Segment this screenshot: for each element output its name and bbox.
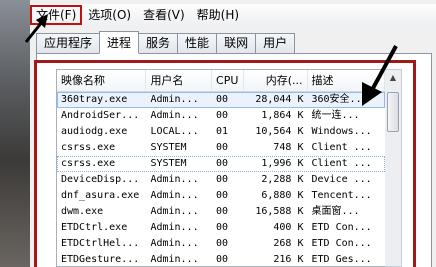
process-row[interactable]: csrss.exe SYSTEM 00 748 K Client ... <box>57 140 385 156</box>
process-cell-desc: ETD Ges... <box>311 254 372 265</box>
process-cell-mem: 216 K <box>273 254 304 265</box>
process-row[interactable]: csrss.exe SYSTEM 00 1,996 K Client ... <box>57 156 385 172</box>
process-cell-cpu: 00 <box>216 206 229 217</box>
process-row[interactable]: AndroidSer... Admin... 00 1,864 K 统一连... <box>57 108 385 124</box>
tab-services[interactable]: 服务 <box>138 33 179 53</box>
process-cell-desc: ETD Con... <box>311 238 372 249</box>
process-cell-mem: 16,588 K <box>255 206 304 217</box>
process-cell-user: SYSTEM <box>150 158 187 169</box>
process-cell-image: dwm.exe <box>61 206 104 217</box>
process-cell-user: Admin... <box>150 110 199 121</box>
process-row[interactable]: dnf_asura.exe Admin... 00 6,880 K Tencent... <box>57 188 385 204</box>
tab-users[interactable]: 用户 <box>255 33 296 53</box>
process-cell-user: SYSTEM <box>150 142 187 153</box>
process-cell-image: audiodg.exe <box>61 126 128 137</box>
process-cell-cpu: 00 <box>216 142 229 153</box>
process-cell-mem: 28,044 K <box>255 94 304 105</box>
list-header: 映像名称 用户名 CPU 内存(... 描述 <box>57 70 385 92</box>
process-cell-user: Admin... <box>150 190 199 201</box>
tab-networking[interactable]: 联网 <box>216 33 257 53</box>
process-row[interactable]: ETDCtrlHel... Admin... 00 268 K ETD Con... <box>57 236 385 252</box>
process-cell-user: Admin... <box>150 254 199 265</box>
process-cell-image: DeviceDisp... <box>61 174 140 185</box>
process-row[interactable]: dwm.exe Admin... 00 16,588 K 桌面窗... <box>57 204 385 220</box>
process-cell-cpu: 00 <box>216 254 229 265</box>
process-cell-mem: 6,880 K <box>261 190 304 201</box>
process-cell-mem: 2,288 K <box>261 174 304 185</box>
process-cell-image: AndroidSer... <box>61 110 140 121</box>
process-cell-cpu: 00 <box>216 110 229 121</box>
process-cell-desc: 统一连... <box>311 110 360 121</box>
process-cell-user: Admin... <box>150 94 199 105</box>
process-cell-user: Admin... <box>150 222 199 233</box>
tab-processes[interactable]: 进程 <box>99 31 140 54</box>
process-cell-desc: Client ... <box>311 158 372 169</box>
menu-view[interactable]: 查看(V) <box>137 5 191 25</box>
process-cell-desc: ETD Con... <box>311 222 372 233</box>
process-cell-cpu: 00 <box>216 174 229 185</box>
process-cell-cpu: 00 <box>216 158 229 169</box>
process-cell-cpu: 01 <box>216 126 229 137</box>
annotation-arrow-icon <box>362 45 398 106</box>
process-cell-image: ETDCtrl.exe <box>61 222 128 233</box>
process-cell-image: 360tray.exe <box>61 94 128 105</box>
process-cell-desc: 桌面窗... <box>311 206 360 217</box>
process-cell-user: Admin... <box>150 206 199 217</box>
process-cell-desc: Windows... <box>311 126 372 137</box>
process-cell-cpu: 00 <box>216 94 229 105</box>
process-rows: 360tray.exe Admin... 00 28,044 K 360安全... And… <box>57 92 385 266</box>
annotation-arrow-icon <box>24 14 48 43</box>
process-cell-mem: 268 K <box>273 238 304 249</box>
process-cell-user: Admin... <box>150 238 199 249</box>
process-cell-desc: Device ... <box>311 174 372 185</box>
process-cell-user: LOCAL... <box>150 126 199 137</box>
column-memory[interactable]: 内存(... <box>244 70 308 91</box>
process-cell-user: Admin... <box>150 174 199 185</box>
process-cell-cpu: 00 <box>216 190 229 201</box>
column-user-name[interactable]: 用户名 <box>146 70 213 91</box>
process-row[interactable]: ETDCtrl.exe Admin... 00 400 K ETD Con... <box>57 220 385 236</box>
column-image-name[interactable]: 映像名称 <box>57 70 147 91</box>
process-cell-desc: Client ... <box>311 142 372 153</box>
menu-help[interactable]: 帮助(H) <box>191 5 245 25</box>
process-cell-mem: 10,564 K <box>255 126 304 137</box>
process-row[interactable]: 360tray.exe Admin... 00 28,044 K 360安全... <box>57 92 385 108</box>
process-cell-mem: 1,864 K <box>261 110 304 121</box>
menu-options[interactable]: 选项(O) <box>82 5 137 25</box>
process-cell-mem: 748 K <box>273 142 304 153</box>
process-cell-image: ETDCtrlHel... <box>61 238 140 249</box>
process-list[interactable]: 映像名称 用户名 CPU 内存(... 描述 360tray.exe Admin.… <box>56 69 386 267</box>
process-cell-desc: Tencent... <box>311 190 372 201</box>
process-cell-mem: 400 K <box>273 222 304 233</box>
process-cell-cpu: 00 <box>216 238 229 249</box>
process-row[interactable]: ETDGesture... Admin... 00 216 K ETD Ges... <box>57 252 385 266</box>
process-cell-mem: 1,996 K <box>261 158 304 169</box>
process-cell-image: dnf_asura.exe <box>61 190 140 201</box>
process-row[interactable]: DeviceDisp... Admin... 00 2,288 K Device ... <box>57 172 385 188</box>
process-cell-image: ETDGesture... <box>61 254 140 265</box>
menu-bar: 文件(F) 选项(O) 查看(V) 帮助(H) <box>30 4 436 26</box>
process-cell-image: csrss.exe <box>61 142 116 153</box>
process-cell-cpu: 00 <box>216 222 229 233</box>
tab-performance[interactable]: 性能 <box>177 33 218 53</box>
process-row[interactable]: audiodg.exe LOCAL... 01 10,564 K Windows... <box>57 124 385 140</box>
process-cell-image: csrss.exe <box>61 158 116 169</box>
column-cpu[interactable]: CPU <box>212 70 244 91</box>
